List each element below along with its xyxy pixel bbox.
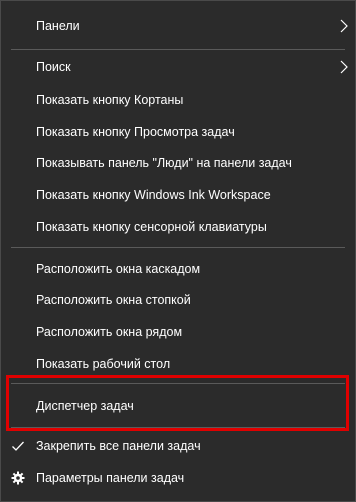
menu-item-label: Показать кнопку Просмотра задач	[36, 124, 235, 139]
taskbar-context-menu: Панели Поиск Показать кнопку Кортаны Пок…	[0, 0, 356, 502]
menu-item-label: Показать рабочий стол	[36, 356, 171, 371]
menu-item-label: Поиск	[36, 59, 71, 74]
menu-item-label: Диспетчер задач	[36, 398, 134, 413]
checkmark-icon	[12, 441, 24, 451]
menu-item-label: Панели	[36, 18, 80, 33]
menu-item-label: Закрепить все панели задач	[36, 438, 201, 453]
menu-item-panels[interactable]: Панели	[1, 9, 355, 42]
menu-item-show-people[interactable]: Показывать панель "Люди" на панели задач	[1, 146, 355, 179]
menu-item-task-manager[interactable]: Диспетчер задач	[1, 389, 355, 422]
menu-item-label: Расположить окна рядом	[36, 324, 183, 339]
menu-item-search[interactable]: Поиск	[1, 50, 355, 83]
menu-separator	[11, 383, 345, 384]
menu-item-label: Расположить окна каскадом	[36, 261, 201, 276]
menu-item-show-cortana-button[interactable]: Показать кнопку Кортаны	[1, 83, 355, 116]
menu-item-show-task-view-button[interactable]: Показать кнопку Просмотра задач	[1, 115, 355, 148]
menu-item-taskbar-settings[interactable]: Параметры панели задач	[1, 461, 355, 494]
chevron-right-icon	[340, 60, 348, 73]
chevron-right-icon	[340, 19, 348, 32]
menu-item-label: Показать кнопку сенсорной клавиатуры	[36, 219, 267, 234]
menu-item-show-desktop[interactable]: Показать рабочий стол	[1, 347, 355, 380]
menu-item-label: Показывать панель "Люди" на панели задач	[36, 155, 292, 170]
gear-icon	[11, 471, 25, 484]
menu-item-lock-taskbars[interactable]: Закрепить все панели задач	[1, 429, 355, 462]
menu-separator	[11, 427, 345, 428]
menu-separator	[11, 247, 345, 248]
menu-item-show-ink-workspace[interactable]: Показать кнопку Windows Ink Workspace	[1, 178, 355, 211]
menu-item-label: Параметры панели задач	[36, 470, 185, 485]
menu-item-label: Расположить окна стопкой	[36, 292, 191, 307]
menu-item-label: Показать кнопку Windows Ink Workspace	[36, 187, 271, 202]
menu-item-side-by-side-windows[interactable]: Расположить окна рядом	[1, 315, 355, 348]
menu-item-stack-windows[interactable]: Расположить окна стопкой	[1, 283, 355, 316]
menu-item-cascade-windows[interactable]: Расположить окна каскадом	[1, 252, 355, 285]
menu-item-show-touch-keyboard[interactable]: Показать кнопку сенсорной клавиатуры	[1, 210, 355, 243]
menu-item-label: Показать кнопку Кортаны	[36, 92, 184, 107]
